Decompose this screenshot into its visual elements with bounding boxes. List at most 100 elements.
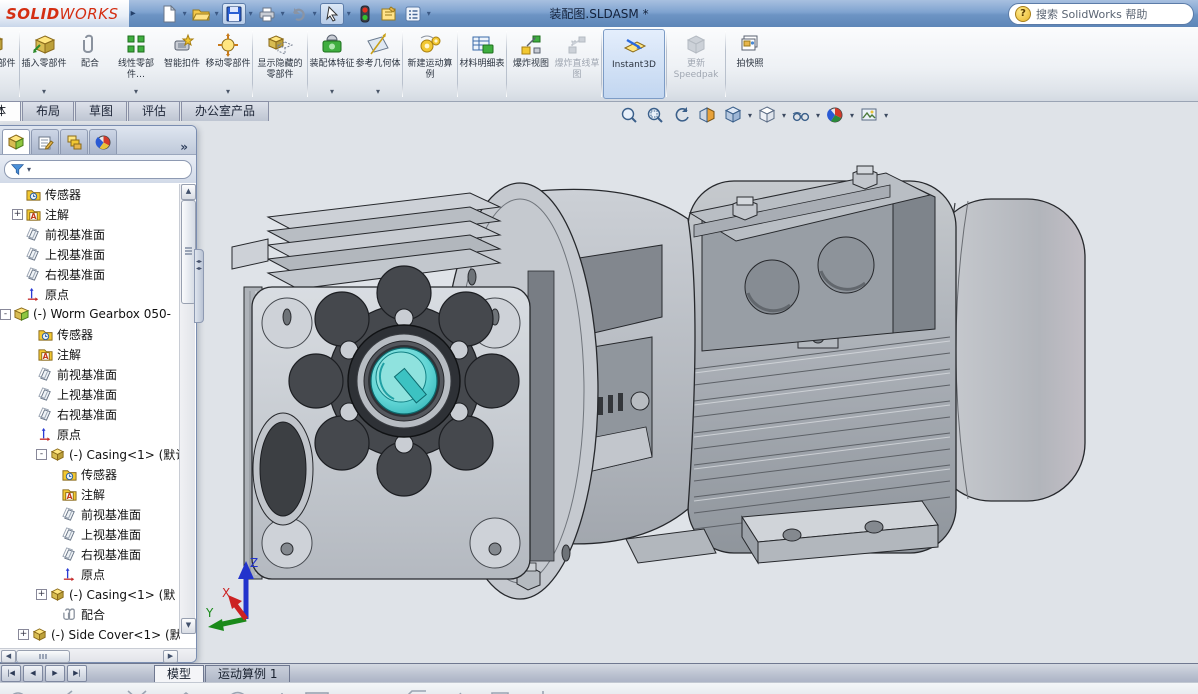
tree-item-sensors[interactable]: 传感器: [0, 184, 180, 204]
tab-model[interactable]: 模型: [154, 665, 204, 683]
ribbon-button-reference-geometry[interactable]: 参考几何体 ▾: [355, 29, 401, 99]
tree-item-front-plane[interactable]: 前视基准面: [0, 504, 180, 524]
previous-tab-button[interactable]: ◀: [23, 665, 43, 682]
expander-icon[interactable]: +: [18, 629, 29, 640]
dropdown-caret-icon[interactable]: ▾: [782, 111, 786, 120]
edit-appearance-icon[interactable]: [824, 105, 846, 125]
dropdown-caret-icon[interactable]: ▾: [816, 111, 820, 120]
zoom-to-area-icon[interactable]: [644, 105, 666, 125]
tree-item-right-plane[interactable]: 右视基准面: [0, 544, 180, 564]
tree-item-origin[interactable]: 原点: [0, 564, 180, 584]
ribbon-button-take-snapshot[interactable]: 拍快照: [727, 29, 773, 99]
panel-expand-chevron-icon[interactable]: »: [180, 140, 188, 154]
tree-item-right-plane[interactable]: 右视基准面: [0, 404, 180, 424]
tree-item-origin[interactable]: 原点: [0, 284, 180, 304]
tree-item-worm-gearbox[interactable]: -(-) Worm Gearbox 050-: [0, 304, 180, 324]
dropdown-caret-icon[interactable]: ▾: [134, 88, 138, 99]
expander-icon[interactable]: -: [0, 309, 11, 320]
tree-item-casing-nested[interactable]: +(-) Casing<1> (默: [0, 584, 180, 604]
displaymanager-icon[interactable]: [89, 129, 117, 154]
print-icon[interactable]: [256, 4, 278, 24]
search-box[interactable]: ? 搜索 SolidWorks 帮助: [1008, 3, 1194, 25]
dropdown-caret-icon[interactable]: ▾: [42, 88, 46, 99]
previous-view-icon[interactable]: [670, 105, 692, 125]
tree-item-annotations[interactable]: A注解: [0, 484, 180, 504]
dropdown-caret-icon[interactable]: ▾: [215, 9, 219, 18]
options-list-icon[interactable]: [402, 4, 424, 24]
featuremanager-tree-icon[interactable]: [2, 129, 30, 154]
select-cursor-icon[interactable]: [320, 3, 344, 25]
display-style-icon[interactable]: [756, 105, 778, 125]
ribbon-button-smart-fasteners[interactable]: 智能扣件: [159, 29, 205, 99]
tree-item-side-cover[interactable]: +(-) Side Cover<1> (默: [0, 624, 180, 644]
tab-motion-study-1[interactable]: 运动算例 1: [205, 665, 290, 683]
save-icon[interactable]: [222, 3, 246, 25]
ribbon-button-new-motion-study[interactable]: 新建运动算例: [404, 29, 456, 99]
ribbon-button-instant3d[interactable]: Instant3D: [603, 29, 665, 99]
open-icon[interactable]: [190, 4, 212, 24]
dropdown-caret-icon[interactable]: ▾: [313, 9, 317, 18]
expander-icon[interactable]: +: [36, 589, 47, 600]
dropdown-caret-icon[interactable]: ▾: [226, 88, 230, 99]
apply-scene-icon[interactable]: [858, 105, 880, 125]
ribbon-button-assembly-features[interactable]: 装配体特征 ▾: [309, 29, 355, 99]
ribbon-button-bill-of-materials[interactable]: 材料明细表: [459, 29, 505, 99]
ribbon-button-linear-component-pattern[interactable]: 线性零部件… ▾: [113, 29, 159, 99]
scroll-right-arrow-icon[interactable]: ▶: [163, 650, 178, 663]
search-input[interactable]: 搜索 SolidWorks 帮助: [1036, 6, 1147, 22]
dropdown-caret-icon[interactable]: ▾: [183, 9, 187, 18]
configurationmanager-icon[interactable]: [60, 129, 88, 154]
tree-item-top-plane[interactable]: 上视基准面: [0, 244, 180, 264]
tree-item-right-plane[interactable]: 右视基准面: [0, 264, 180, 284]
dropdown-caret-icon[interactable]: ▾: [330, 88, 334, 99]
tree-item-sensors[interactable]: 传感器: [0, 324, 180, 344]
graphics-area[interactable]: 装配体 布局 草图 评估 办公室产品 ▾ ▾ ▾ ▾ ▾: [0, 101, 1198, 663]
ribbon-button-insert-component[interactable]: 插入零部件 ▾: [21, 29, 67, 99]
scroll-up-arrow-icon[interactable]: ▲: [181, 184, 196, 200]
view-orientation-icon[interactable]: [722, 105, 744, 125]
dropdown-caret-icon[interactable]: ▾: [850, 111, 854, 120]
tree-item-annotations[interactable]: A注解: [0, 344, 180, 364]
ribbon-button-mate[interactable]: 配合: [67, 29, 113, 99]
dropdown-caret-icon[interactable]: ▾: [748, 111, 752, 120]
tab-sketch[interactable]: 草图: [75, 101, 127, 121]
tree-item-annotations[interactable]: +A注解: [0, 204, 180, 224]
tree-item-casing-1[interactable]: -(-) Casing<1> (默认: [0, 444, 180, 464]
dropdown-caret-icon[interactable]: ▾: [376, 88, 380, 99]
ribbon-button-edit-component-clipped[interactable]: 编辑零部件: [0, 27, 18, 101]
hide-show-items-icon[interactable]: [790, 105, 812, 125]
scroll-left-arrow-icon[interactable]: ◀: [1, 650, 16, 663]
menu-expand-caret-icon[interactable]: ▸: [131, 8, 136, 19]
tab-office-products[interactable]: 办公室产品: [181, 101, 269, 121]
zoom-to-fit-icon[interactable]: [618, 105, 640, 125]
new-document-icon[interactable]: [158, 4, 180, 24]
scroll-down-arrow-icon[interactable]: ▼: [181, 618, 196, 634]
last-tab-button[interactable]: ▶|: [67, 665, 87, 682]
tree-item-front-plane[interactable]: 前视基准面: [0, 364, 180, 384]
panel-splitter-handle[interactable]: ◂▸◂▸: [194, 249, 204, 323]
file-properties-icon[interactable]: [378, 4, 400, 24]
expander-icon[interactable]: +: [12, 209, 23, 220]
tree-item-top-plane[interactable]: 上视基准面: [0, 524, 180, 544]
dropdown-caret-icon[interactable]: ▾: [347, 9, 351, 18]
dropdown-caret-icon[interactable]: ▾: [27, 165, 31, 174]
tree-horizontal-scrollbar[interactable]: ◀ ▶: [0, 648, 196, 662]
undo-icon[interactable]: [288, 4, 310, 24]
tree-item-mates[interactable]: 配合: [0, 604, 180, 624]
dropdown-caret-icon[interactable]: ▾: [884, 111, 888, 120]
tab-layout[interactable]: 布局: [22, 101, 74, 121]
dropdown-caret-icon[interactable]: ▾: [249, 9, 253, 18]
solidworks-logo[interactable]: SOLIDWORKS: [0, 0, 129, 27]
tree-filter-input[interactable]: ▾: [4, 160, 192, 179]
rebuild-traffic-light-icon[interactable]: [354, 4, 376, 24]
dropdown-caret-icon[interactable]: ▾: [427, 9, 431, 18]
tree-item-origin[interactable]: 原点: [0, 424, 180, 444]
tree-item-top-plane[interactable]: 上视基准面: [0, 384, 180, 404]
tree-item-front-plane[interactable]: 前视基准面: [0, 224, 180, 244]
propertymanager-icon[interactable]: [31, 129, 59, 154]
first-tab-button[interactable]: |◀: [1, 665, 21, 682]
tree-item-sensors[interactable]: 传感器: [0, 464, 180, 484]
dropdown-caret-icon[interactable]: ▾: [281, 9, 285, 18]
tab-evaluate[interactable]: 评估: [128, 101, 180, 121]
section-view-icon[interactable]: [696, 105, 718, 125]
